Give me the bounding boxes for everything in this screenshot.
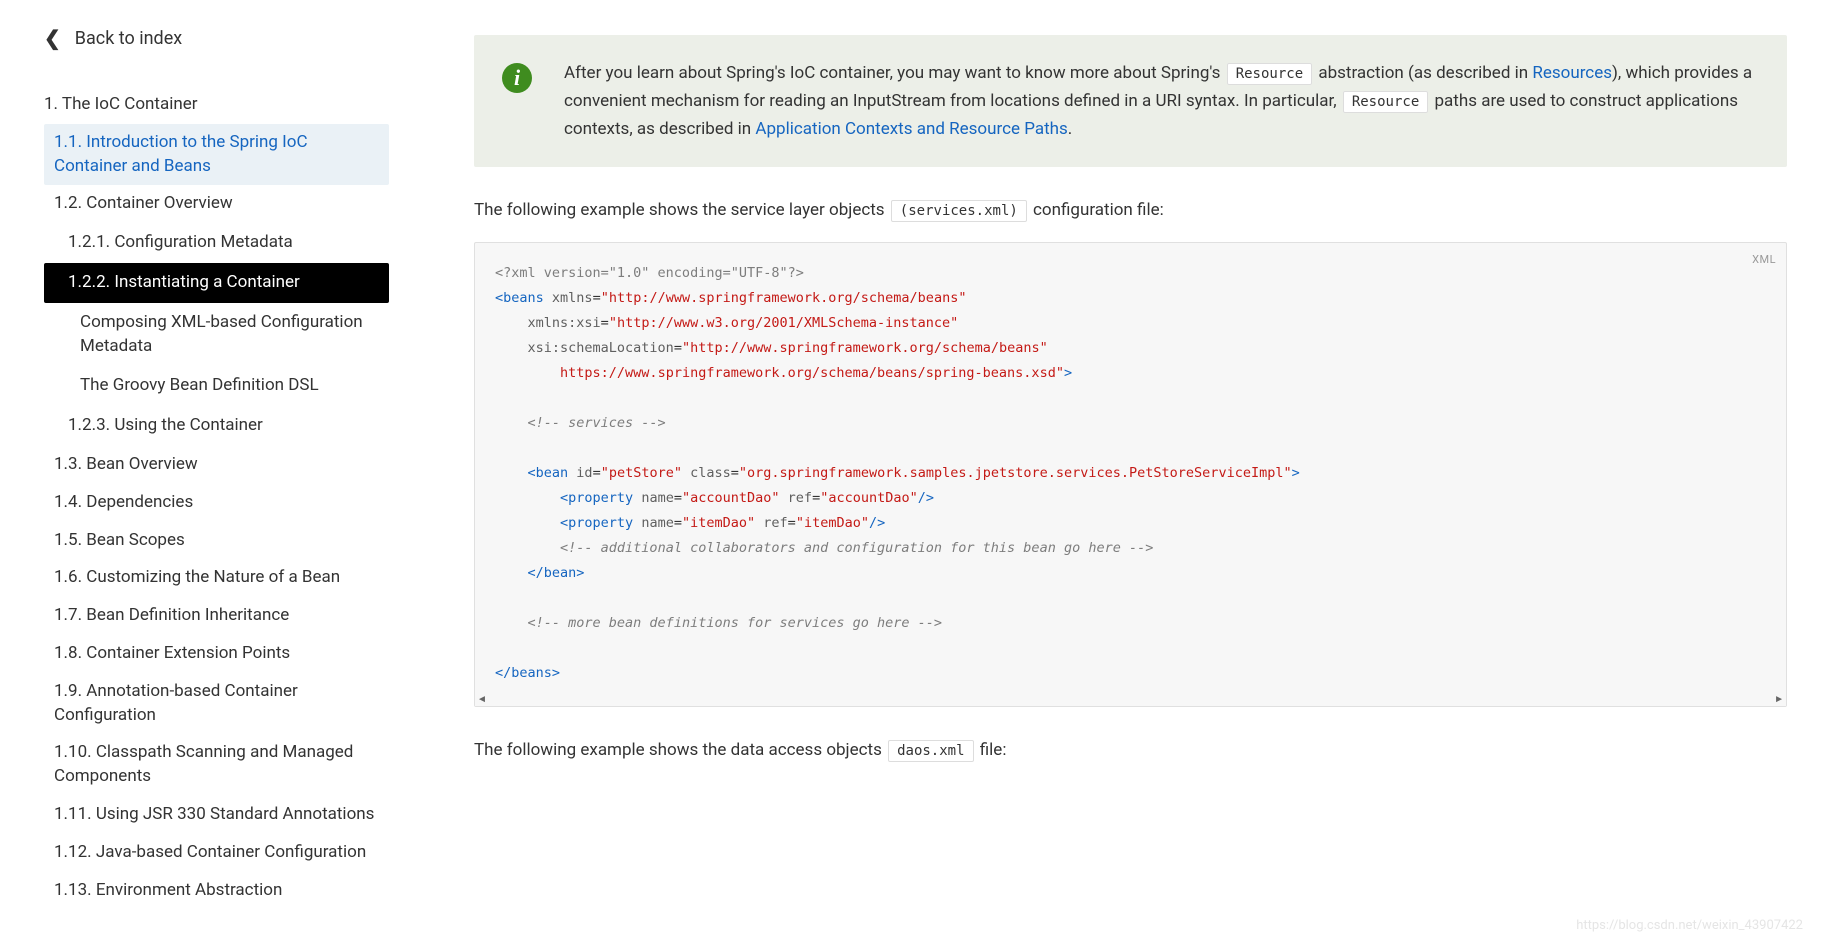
code-content[interactable]: <?xml version="1.0" encoding="UTF-8"?> <… — [475, 243, 1786, 693]
para-daos-intro: The following example shows the data acc… — [474, 737, 1787, 764]
nav-item[interactable]: 1.5. Bean Scopes — [44, 522, 389, 560]
nav-item[interactable]: 1.7. Bean Definition Inheritance — [44, 597, 389, 635]
nav-item[interactable]: 1.13. Environment Abstraction — [44, 872, 389, 910]
nav-item[interactable]: 1. The IoC Container — [44, 86, 389, 124]
nav-tree: 1. The IoC Container1.1. Introduction to… — [44, 86, 389, 909]
nav-item[interactable]: 1.6. Customizing the Nature of a Bean — [44, 559, 389, 597]
nav-item[interactable]: 1.12. Java-based Container Configuration — [44, 834, 389, 872]
info-icon: i — [502, 63, 532, 93]
nav-item[interactable]: 1.2.2. Instantiating a Container — [44, 263, 389, 303]
info-text: After you learn about Spring's IoC conta… — [564, 59, 1759, 143]
code-lang-label: XML — [1752, 251, 1776, 269]
nav-item[interactable]: 1.2. Container Overview — [44, 185, 389, 223]
inline-code-daos-xml: daos.xml — [888, 740, 973, 762]
main-content: i After you learn about Spring's IoC con… — [430, 0, 1823, 947]
para-services-intro: The following example shows the service … — [474, 197, 1787, 224]
back-to-index-link[interactable]: ❮ Back to index — [44, 26, 389, 50]
nav-item[interactable]: Composing XML-based Configuration Metada… — [44, 303, 389, 367]
scroll-left-icon: ◄ — [477, 692, 487, 708]
code-block-services: XML <?xml version="1.0" encoding="UTF-8"… — [474, 242, 1787, 706]
sidebar-scroll[interactable]: ❮ Back to index 1. The IoC Container1.1.… — [0, 0, 429, 947]
nav-item[interactable]: 1.10. Classpath Scanning and Managed Com… — [44, 734, 389, 796]
inline-code-resource-2: Resource — [1343, 91, 1428, 113]
nav-item[interactable]: 1.2.1. Configuration Metadata — [44, 223, 389, 263]
chevron-left-icon: ❮ — [44, 26, 61, 50]
nav-item[interactable]: The Groovy Bean Definition DSL — [44, 366, 389, 406]
sidebar: ❮ Back to index 1. The IoC Container1.1.… — [0, 0, 430, 947]
link-resources[interactable]: Resources — [1532, 63, 1612, 83]
code-horizontal-scroll[interactable]: ◄ ► — [475, 694, 1786, 706]
nav-item[interactable]: 1.2.3. Using the Container — [44, 406, 389, 446]
nav-item[interactable]: 1.4. Dependencies — [44, 484, 389, 522]
nav-item[interactable]: 1.11. Using JSR 330 Standard Annotations — [44, 796, 389, 834]
nav-item[interactable]: 1.9. Annotation-based Container Configur… — [44, 673, 389, 735]
inline-code-resource-1: Resource — [1227, 63, 1312, 85]
nav-item[interactable]: 1.3. Bean Overview — [44, 446, 389, 484]
scroll-right-icon: ► — [1774, 692, 1784, 708]
nav-item[interactable]: 1.1. Introduction to the Spring IoC Cont… — [44, 124, 389, 186]
inline-code-services-xml: (services.xml) — [891, 200, 1027, 222]
back-label: Back to index — [75, 28, 182, 49]
link-app-contexts[interactable]: Application Contexts and Resource Paths — [755, 119, 1067, 139]
nav-item[interactable]: 1.8. Container Extension Points — [44, 635, 389, 673]
info-callout: i After you learn about Spring's IoC con… — [474, 35, 1787, 167]
